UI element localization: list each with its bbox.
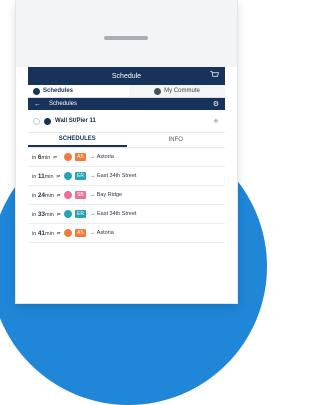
arrow-icon: → xyxy=(89,154,97,160)
page-title: Schedule xyxy=(111,72,142,80)
realtime-icon: ≓ xyxy=(52,154,58,161)
schedules-bar: ← Schedules ⚙ xyxy=(28,98,225,110)
clock-icon xyxy=(33,87,40,95)
star-icon[interactable]: ★ xyxy=(213,117,219,125)
tab-schedules[interactable]: SCHEDULES xyxy=(28,133,127,147)
route-badge: ER xyxy=(75,172,86,180)
tab-bar: SCHEDULES INFO xyxy=(28,133,225,148)
segment-label: My Commute xyxy=(164,88,200,94)
speaker-grille xyxy=(104,36,148,40)
time-label: in 11min ≓ xyxy=(32,172,61,180)
route-badge: ER xyxy=(75,210,86,218)
list-item[interactable]: in 11min ≓ ER → East 34th Street xyxy=(28,167,225,186)
commute-icon xyxy=(154,87,162,95)
segmented-control: Schedules My Commute xyxy=(28,85,225,98)
segment-schedules[interactable]: Schedules xyxy=(28,85,129,97)
ferry-route-icon xyxy=(64,153,72,161)
back-arrow-icon[interactable]: ← xyxy=(28,101,49,108)
ferry-route-icon xyxy=(64,229,72,237)
realtime-icon: ≓ xyxy=(56,192,61,199)
radio-icon[interactable] xyxy=(33,117,40,125)
phone-frame: Schedule Schedules My Commute ← Schedule… xyxy=(16,0,237,303)
list-item[interactable]: in 33min ≓ ER → East 34th Street xyxy=(28,205,225,224)
time-label: in 41min ≓ xyxy=(32,229,61,237)
arrow-icon: → xyxy=(89,230,97,236)
ferry-route-icon xyxy=(64,210,72,218)
ferry-route-icon xyxy=(64,172,72,180)
gear-icon[interactable]: ⚙ xyxy=(213,100,219,108)
list-item[interactable]: in 41min ≓ AS → Astoria xyxy=(28,224,225,243)
departure-list: in 6min ≓ AS → Astoria in 11min ≓ ER → E… xyxy=(28,148,225,243)
destination: East 34th Street xyxy=(96,211,137,217)
time-label: in 24min ≓ xyxy=(32,191,61,199)
stop-name: Wall St/Pier 11 xyxy=(55,118,96,124)
list-item[interactable]: in 24min ≓ SB → Bay Ridge xyxy=(28,186,225,205)
time-label: in 33min ≓ xyxy=(32,210,61,218)
destination: East 34th Street xyxy=(96,173,137,179)
realtime-icon: ≓ xyxy=(56,173,61,180)
app-header: Schedule xyxy=(28,67,225,85)
ferry-route-icon xyxy=(64,191,72,199)
realtime-icon: ≓ xyxy=(56,211,61,218)
app-screen: Schedule Schedules My Commute ← Schedule… xyxy=(28,67,225,303)
phone-bezel-top xyxy=(16,0,237,67)
ferry-icon xyxy=(44,117,51,125)
realtime-icon: ≓ xyxy=(56,230,61,237)
arrow-icon: → xyxy=(89,211,97,217)
tab-info[interactable]: INFO xyxy=(127,133,226,147)
stop-row[interactable]: Wall St/Pier 11 ★ xyxy=(28,110,225,133)
list-item[interactable]: in 6min ≓ AS → Astoria xyxy=(28,148,225,167)
time-label: in 6min ≓ xyxy=(32,153,58,161)
route-badge: AS xyxy=(75,153,86,161)
cart-icon[interactable] xyxy=(210,71,219,78)
schedules-bar-title: Schedules xyxy=(49,101,78,107)
route-badge: AS xyxy=(75,229,86,237)
route-badge: SB xyxy=(75,191,86,199)
segment-my-commute[interactable]: My Commute xyxy=(129,85,225,97)
segment-label: Schedules xyxy=(43,88,74,94)
arrow-icon: → xyxy=(89,192,97,198)
destination: Astoria xyxy=(96,230,114,236)
destination: Bay Ridge xyxy=(96,192,123,198)
destination: Astoria xyxy=(96,154,114,160)
arrow-icon: → xyxy=(89,173,97,179)
